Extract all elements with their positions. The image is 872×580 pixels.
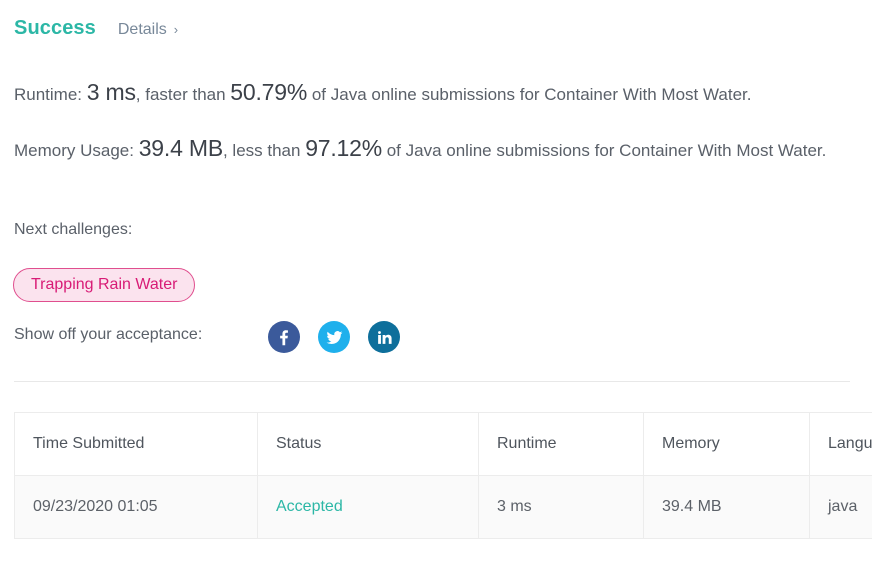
runtime-value: 3 ms xyxy=(86,79,136,105)
cell-memory: 39.4 MB xyxy=(643,475,810,539)
next-challenge-tag[interactable]: Trapping Rain Water xyxy=(13,268,196,302)
section-divider xyxy=(14,381,850,382)
runtime-percentile: 50.79% xyxy=(230,79,308,105)
memory-prefix: Memory Usage: xyxy=(14,141,139,160)
memory-middle: , less than xyxy=(222,141,306,160)
table-row[interactable]: 09/23/2020 01:05 Accepted 3 ms 39.4 MB j… xyxy=(14,475,872,539)
facebook-icon xyxy=(275,328,293,346)
column-header-runtime: Runtime xyxy=(478,412,644,476)
social-share-row xyxy=(268,321,400,353)
twitter-share-button[interactable] xyxy=(318,321,350,353)
chevron-right-icon: › xyxy=(173,22,179,37)
cell-status[interactable]: Accepted xyxy=(257,475,479,539)
page-title: Success xyxy=(14,17,96,39)
runtime-prefix: Runtime: xyxy=(14,85,87,104)
linkedin-icon xyxy=(376,329,393,346)
column-header-status: Status xyxy=(257,412,479,476)
column-header-time-submitted: Time Submitted xyxy=(14,412,258,476)
linkedin-share-button[interactable] xyxy=(368,321,400,353)
runtime-middle: , faster than xyxy=(135,85,231,104)
cell-time-submitted: 09/23/2020 01:05 xyxy=(14,475,258,539)
table-header-row: Time Submitted Status Runtime Memory Lan… xyxy=(14,412,872,476)
cell-language: java xyxy=(809,475,872,539)
memory-value: 39.4 MB xyxy=(138,135,223,161)
cell-runtime: 3 ms xyxy=(478,475,644,539)
memory-suffix: of Java online submissions for Container… xyxy=(382,141,827,160)
memory-stat: Memory Usage: 39.4 MB, less than 97.12% … xyxy=(14,134,836,165)
result-header: Success Details › xyxy=(14,17,178,40)
details-label: Details xyxy=(117,21,167,38)
submissions-table: Time Submitted Status Runtime Memory Lan… xyxy=(14,412,872,539)
facebook-share-button[interactable] xyxy=(268,321,300,353)
share-label: Show off your acceptance: xyxy=(14,326,203,343)
memory-percentile: 97.12% xyxy=(305,135,382,161)
column-header-memory: Memory xyxy=(643,412,810,476)
next-challenges-label: Next challenges: xyxy=(14,221,133,238)
details-link[interactable]: Details › xyxy=(118,21,178,39)
submission-result-panel: Success Details › Runtime: 3 ms, faster … xyxy=(0,0,872,580)
runtime-suffix: of Java online submissions for Container… xyxy=(307,85,752,104)
column-header-language: Language xyxy=(809,412,872,476)
twitter-icon xyxy=(325,328,344,347)
runtime-stat: Runtime: 3 ms, faster than 50.79% of Jav… xyxy=(14,78,836,109)
